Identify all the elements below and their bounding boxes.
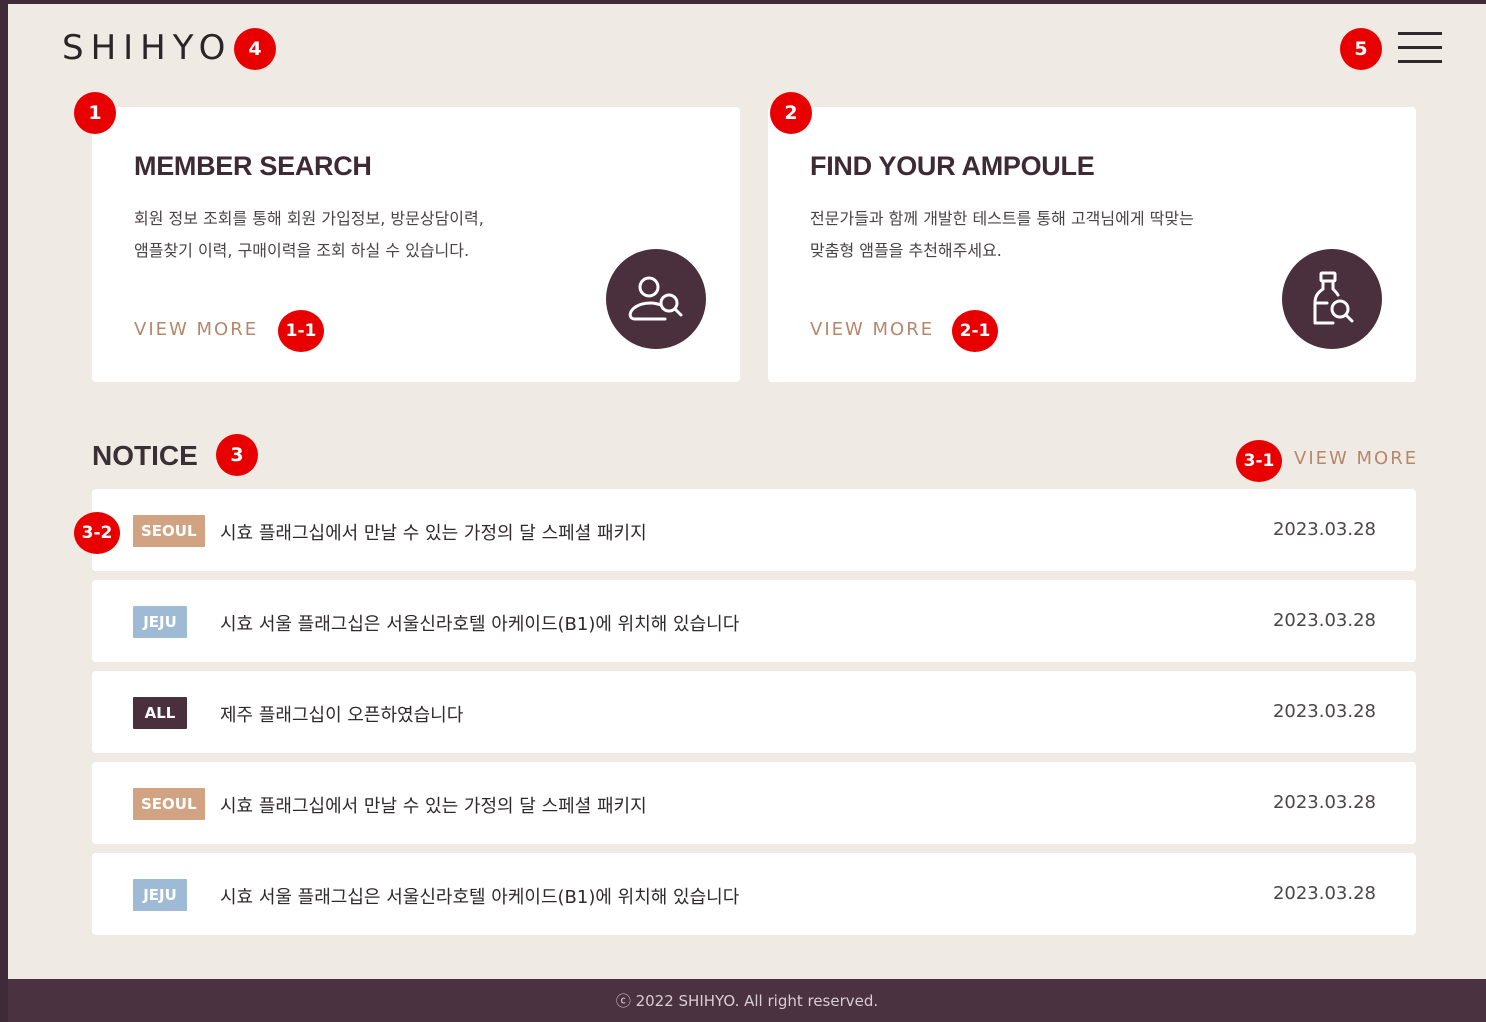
notice-badge: SEOUL bbox=[133, 788, 205, 820]
menu-line bbox=[1398, 46, 1442, 49]
annotation-marker-4: 4 bbox=[234, 28, 276, 70]
find-ampoule-card[interactable]: FIND YOUR AMPOULE 전문가들과 함께 개발한 테스트를 통해 고… bbox=[768, 107, 1416, 382]
menu-line bbox=[1398, 32, 1442, 35]
notice-text: 시효 플래그십에서 만날 수 있는 가정의 달 스페셜 패키지 bbox=[220, 796, 647, 817]
card-title: FIND YOUR AMPOULE bbox=[810, 151, 1095, 181]
notice-text: 제주 플래그십이 오픈하였습니다 bbox=[220, 705, 464, 726]
notice-date: 2023.03.28 bbox=[1272, 883, 1376, 904]
annotation-marker-3-1: 3-1 bbox=[1236, 440, 1282, 482]
notice-badge: JEJU bbox=[133, 879, 187, 911]
card-description-line: 앰플찾기 이력, 구매이력을 조회 하실 수 있습니다. bbox=[134, 241, 470, 260]
notice-view-more-link[interactable]: VIEW MORE bbox=[1294, 448, 1418, 469]
member-search-view-more-link[interactable]: VIEW MORE bbox=[134, 319, 258, 340]
notice-date: 2023.03.28 bbox=[1272, 701, 1376, 722]
notice-date: 2023.03.28 bbox=[1272, 610, 1376, 631]
footer: ⓒ 2022 SHIHYO. All right reserved. bbox=[8, 979, 1486, 1022]
annotation-marker-2-1: 2-1 bbox=[952, 310, 998, 352]
notice-row[interactable]: JEJU 시효 서울 플래그십은 서울신라호텔 아케이드(B1)에 위치해 있습… bbox=[92, 580, 1416, 662]
card-description-line: 전문가들과 함께 개발한 테스트를 통해 고객님에게 딱맞는 bbox=[810, 209, 1194, 228]
card-description-line: 맞춤형 앰플을 추천해주세요. bbox=[810, 241, 1002, 260]
notice-row[interactable]: ALL 제주 플래그십이 오픈하였습니다 2023.03.28 bbox=[92, 671, 1416, 753]
page: SHIHYO 4 5 MEMBER SEARCH 회원 정보 조회를 통해 회원… bbox=[8, 4, 1486, 1022]
logo[interactable]: SHIHYO bbox=[62, 28, 232, 68]
notice-title: NOTICE bbox=[92, 440, 198, 471]
notice-badge: SEOUL bbox=[133, 515, 205, 547]
member-search-card[interactable]: MEMBER SEARCH 회원 정보 조회를 통해 회원 가입정보, 방문상담… bbox=[92, 107, 740, 382]
hamburger-menu-icon[interactable] bbox=[1398, 30, 1442, 66]
member-search-icon[interactable] bbox=[606, 249, 706, 349]
notice-badge: ALL bbox=[133, 697, 187, 729]
notice-badge: JEJU bbox=[133, 606, 187, 638]
notice-row[interactable]: SEOUL 시효 플래그십에서 만날 수 있는 가정의 달 스페셜 패키지 20… bbox=[92, 762, 1416, 844]
annotation-marker-5: 5 bbox=[1340, 28, 1382, 70]
notice-date: 2023.03.28 bbox=[1272, 519, 1376, 540]
find-ampoule-view-more-link[interactable]: VIEW MORE bbox=[810, 319, 934, 340]
card-description: 회원 정보 조회를 통해 회원 가입정보, 방문상담이력, 앰플찾기 이력, 구… bbox=[134, 203, 594, 267]
card-description-line: 회원 정보 조회를 통해 회원 가입정보, 방문상담이력, bbox=[134, 209, 484, 228]
annotation-marker-3-2: 3-2 bbox=[74, 512, 120, 554]
notice-list: SEOUL 시효 플래그십에서 만날 수 있는 가정의 달 스페셜 패키지 20… bbox=[92, 489, 1416, 944]
menu-line bbox=[1398, 60, 1442, 63]
notice-row[interactable]: JEJU 시효 서울 플래그십은 서울신라호텔 아케이드(B1)에 위치해 있습… bbox=[92, 853, 1416, 935]
card-description: 전문가들과 함께 개발한 테스트를 통해 고객님에게 딱맞는 맞춤형 앰플을 추… bbox=[810, 203, 1270, 267]
notice-row[interactable]: SEOUL 시효 플래그십에서 만날 수 있는 가정의 달 스페셜 패키지 20… bbox=[92, 489, 1416, 571]
notice-text: 시효 서울 플래그십은 서울신라호텔 아케이드(B1)에 위치해 있습니다 bbox=[220, 887, 740, 908]
notice-text: 시효 플래그십에서 만날 수 있는 가정의 달 스페셜 패키지 bbox=[220, 523, 647, 544]
annotation-marker-1: 1 bbox=[74, 92, 116, 134]
card-title: MEMBER SEARCH bbox=[134, 151, 372, 181]
annotation-marker-1-1: 1-1 bbox=[278, 310, 324, 352]
annotation-marker-2: 2 bbox=[770, 92, 812, 134]
notice-text: 시효 서울 플래그십은 서울신라호텔 아케이드(B1)에 위치해 있습니다 bbox=[220, 614, 740, 635]
annotation-marker-3: 3 bbox=[216, 434, 258, 476]
footer-copyright: ⓒ 2022 SHIHYO. All right reserved. bbox=[615, 992, 879, 1010]
ampoule-search-icon[interactable] bbox=[1282, 249, 1382, 349]
notice-date: 2023.03.28 bbox=[1272, 792, 1376, 813]
